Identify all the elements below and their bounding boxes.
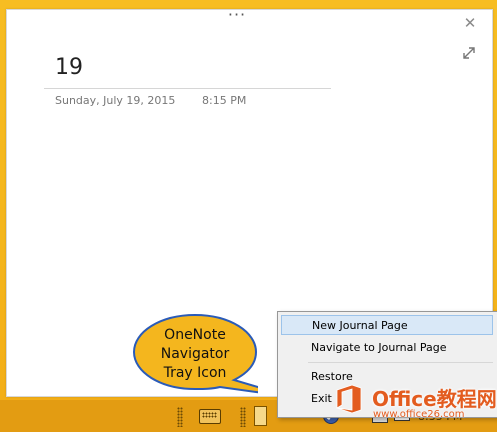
close-icon[interactable]: ✕ — [463, 16, 477, 31]
page-date: Sunday, July 19, 2015 — [55, 94, 176, 107]
page-title[interactable]: 19 — [55, 55, 83, 80]
drag-handle[interactable]: ··· — [225, 7, 249, 24]
menu-item-navigate-to-journal-page[interactable]: Navigate to Journal Page — [281, 338, 493, 358]
page-time: 8:15 PM — [202, 94, 247, 107]
expand-icon[interactable] — [462, 46, 476, 60]
callout-line: Navigator — [160, 346, 230, 362]
watermark-brand: Office教程网 — [372, 387, 497, 411]
callout-text: OneNote Navigator Tray Icon — [132, 326, 258, 383]
menu-separator — [308, 362, 493, 363]
taskbar-grip[interactable] — [177, 407, 183, 427]
callout-line: Tray Icon — [163, 365, 227, 381]
menu-item-new-journal-page[interactable]: New Journal Page — [281, 315, 493, 335]
keyboard-icon[interactable] — [199, 409, 221, 424]
office-logo-icon — [336, 384, 362, 414]
title-divider — [44, 88, 331, 89]
watermark-url: www.office26.com — [373, 409, 465, 420]
notebook-icon[interactable] — [254, 406, 267, 426]
taskbar-grip[interactable] — [240, 407, 246, 427]
callout-line: OneNote — [164, 327, 226, 343]
